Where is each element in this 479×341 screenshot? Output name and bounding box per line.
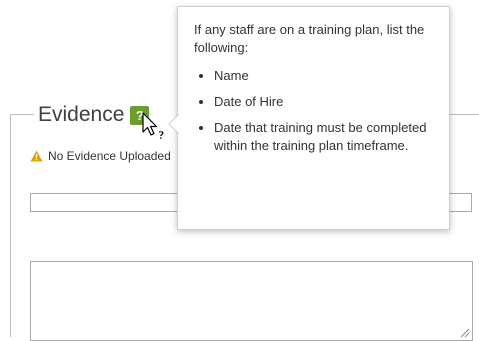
help-cursor-icon: ?	[142, 112, 165, 142]
tooltip-intro: If any staff are on a training plan, lis…	[194, 22, 425, 55]
warning-triangle-icon	[30, 150, 43, 162]
evidence-notes-textarea[interactable]	[30, 261, 473, 341]
evidence-title: Evidence	[38, 103, 125, 126]
tooltip-arrow	[169, 114, 179, 134]
fieldset-border-top-left	[10, 114, 36, 115]
tooltip-item-name: Name	[214, 67, 433, 85]
tooltip-item-training-date: Date that training must be completed wit…	[214, 119, 433, 155]
tooltip-list: Name Date of Hire Date that training mus…	[194, 67, 433, 155]
svg-text:?: ?	[158, 129, 164, 142]
fieldset-border-top-right	[450, 114, 479, 115]
evidence-legend: Evidence ?	[34, 102, 154, 128]
tooltip-item-date-of-hire: Date of Hire	[214, 93, 433, 111]
warning-text: No Evidence Uploaded	[48, 149, 171, 163]
help-tooltip: If any staff are on a training plan, lis…	[169, 6, 450, 230]
fieldset-border-left	[10, 114, 11, 337]
no-evidence-warning: No Evidence Uploaded	[30, 149, 180, 163]
